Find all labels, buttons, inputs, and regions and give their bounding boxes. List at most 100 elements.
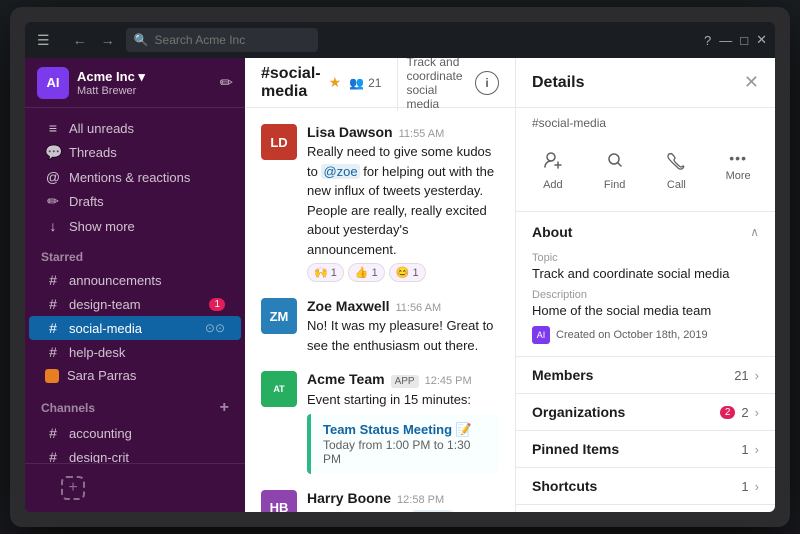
maximize-button[interactable]: □ [740,33,748,48]
details-call-button[interactable]: Call [648,142,706,199]
description-label: Description [532,289,759,301]
details-more-button[interactable]: ••• More [709,142,767,199]
members-row[interactable]: Members 21 › [516,357,775,394]
sidebar-item-show-more[interactable]: ↓ Show more [29,214,241,238]
mention-zoe: @zoe [321,164,359,179]
about-section-header[interactable]: About ∧ [516,212,775,252]
design-crit-label: design-crit [69,450,129,464]
msg3-text: Event starting in 15 minutes: [307,390,499,410]
details-find-button[interactable]: Find [586,142,644,199]
details-add-button[interactable]: Add [524,142,582,199]
find-label: Find [604,179,625,191]
add-person-icon [543,150,563,175]
channels-label: Channels [41,401,95,415]
reaction-3[interactable]: 😊 1 [389,263,426,282]
event-time: Today from 1:00 PM to 1:30 PM [323,438,487,466]
show-more-label: Show more [69,219,135,234]
design-team-icon: # [45,296,61,312]
details-panel: Details ✕ #social-media [515,58,775,512]
msg4-body: Harry Boone 12:58 PM Quick note: today @… [307,490,499,513]
add-workspace-icon: + [61,476,85,500]
reaction-2[interactable]: 👍 1 [348,263,385,282]
nav-area: ← → [68,30,120,50]
threads-icon: 💬 [45,144,61,161]
shortcuts-title: Shortcuts [532,478,597,494]
screen: ☰ ← → 🔍 ? — □ ✕ AI [25,22,775,512]
msg3-time: 12:45 PM [425,375,472,387]
sidebar-item-design-crit[interactable]: # design-crit [29,445,241,463]
created-text: Created on October 18th, 2019 [556,329,708,341]
sidebar-item-drafts[interactable]: ✏ Drafts [29,189,241,214]
add-channel-button[interactable]: + [220,399,229,417]
channel-members: 👥 21 [349,76,381,90]
minimize-button[interactable]: — [719,33,732,48]
organizations-row-right: 2 2 › [720,405,759,420]
menu-icon[interactable]: ☰ [33,32,54,49]
sidebar: AI Acme Inc ▾ Matt Brewer ✏ ≡ All unread… [25,58,245,512]
forward-button[interactable]: → [96,30,120,50]
reaction-1[interactable]: 🙌 1 [307,263,344,282]
all-unreads-label: All unreads [69,121,134,136]
organizations-row[interactable]: Organizations 2 2 › [516,394,775,431]
lisa-avatar: LD [261,124,297,160]
workspace-avatar: AI [37,67,69,99]
description-value: Home of the social media team [532,303,759,318]
msg1-header: Lisa Dawson 11:55 AM [307,124,499,140]
organizations-row-title: Organizations [532,404,625,420]
channel-title: #social-media [261,65,321,101]
event-card[interactable]: Team Status Meeting 📝 Today from 1:00 PM… [307,414,499,474]
msg1-time: 11:55 AM [399,128,445,140]
close-button[interactable]: ✕ [756,32,767,48]
design-crit-icon: # [45,449,61,463]
social-media-icon: # [45,320,61,336]
sidebar-item-accounting[interactable]: # accounting [29,421,241,445]
add-label: Add [543,179,563,191]
sidebar-item-announcements[interactable]: # announcements [29,268,241,292]
channel-star-icon[interactable]: ★ [329,74,342,91]
mentions-icon: @ [45,169,61,185]
search-input[interactable] [155,33,310,47]
design-team-badge: 1 [209,298,225,311]
msg2-time: 11:56 AM [395,302,441,314]
msg2-header: Zoe Maxwell 11:56 AM [307,298,499,314]
social-media-label: social-media [69,321,142,336]
add-workspace-button[interactable]: + [45,472,225,504]
about-content: Topic Track and coordinate social media … [516,252,775,356]
organizations-row-left: Organizations [532,404,625,420]
about-section: About ∧ Topic Track and coordinate socia… [516,212,775,357]
threads-label: Threads [69,145,117,160]
message-1: LD Lisa Dawson 11:55 AM Really need to g… [261,124,499,282]
sidebar-item-help-desk[interactable]: # help-desk [29,340,241,364]
msg2-text: No! It was my pleasure! Great to see the… [307,316,499,355]
shortcuts-row[interactable]: Shortcuts 1 › [516,468,775,505]
channel-info-button[interactable]: i [475,71,499,95]
msg1-text: Really need to give some kudos to @zoe f… [307,142,499,259]
msg2-body: Zoe Maxwell 11:56 AM No! It was my pleas… [307,298,499,355]
sidebar-item-social-media[interactable]: # social-media ⊙⊙ [29,316,241,340]
mentions-label: Mentions & reactions [69,170,190,185]
drafts-icon: ✏ [45,193,61,210]
shortcuts-count: 1 [741,479,748,494]
message-4: HB Harry Boone 12:58 PM Quick note: toda… [261,490,499,513]
accounting-icon: # [45,425,61,441]
organizations-count: 2 [741,405,748,420]
sidebar-item-threads[interactable]: 💬 Threads [29,140,241,165]
sidebar-item-design-team[interactable]: # design-team 1 [29,292,241,316]
details-close-button[interactable]: ✕ [744,72,759,93]
sidebar-item-sara[interactable]: Sara Parras [29,364,241,387]
sidebar-item-all-unreads[interactable]: ≡ All unreads [29,116,241,140]
workspace-name[interactable]: Acme Inc ▾ [77,69,212,85]
msg3-header: Acme Team APP 12:45 PM [307,371,499,388]
help-button[interactable]: ? [704,33,711,48]
pinned-items-row[interactable]: Pinned Items 1 › [516,431,775,468]
back-button[interactable]: ← [68,30,92,50]
sidebar-content: ≡ All unreads 💬 Threads @ Mentions & rea… [25,108,245,463]
harry-avatar: HB [261,490,297,513]
pinned-items-row-right: 1 › [741,442,759,457]
search-bar[interactable]: 🔍 [126,28,318,52]
msg3-author: Acme Team [307,371,385,387]
compose-button[interactable]: ✏ [220,73,233,93]
sidebar-item-mentions[interactable]: @ Mentions & reactions [29,165,241,189]
help-desk-icon: # [45,344,61,360]
pinned-items-title: Pinned Items [532,441,619,457]
